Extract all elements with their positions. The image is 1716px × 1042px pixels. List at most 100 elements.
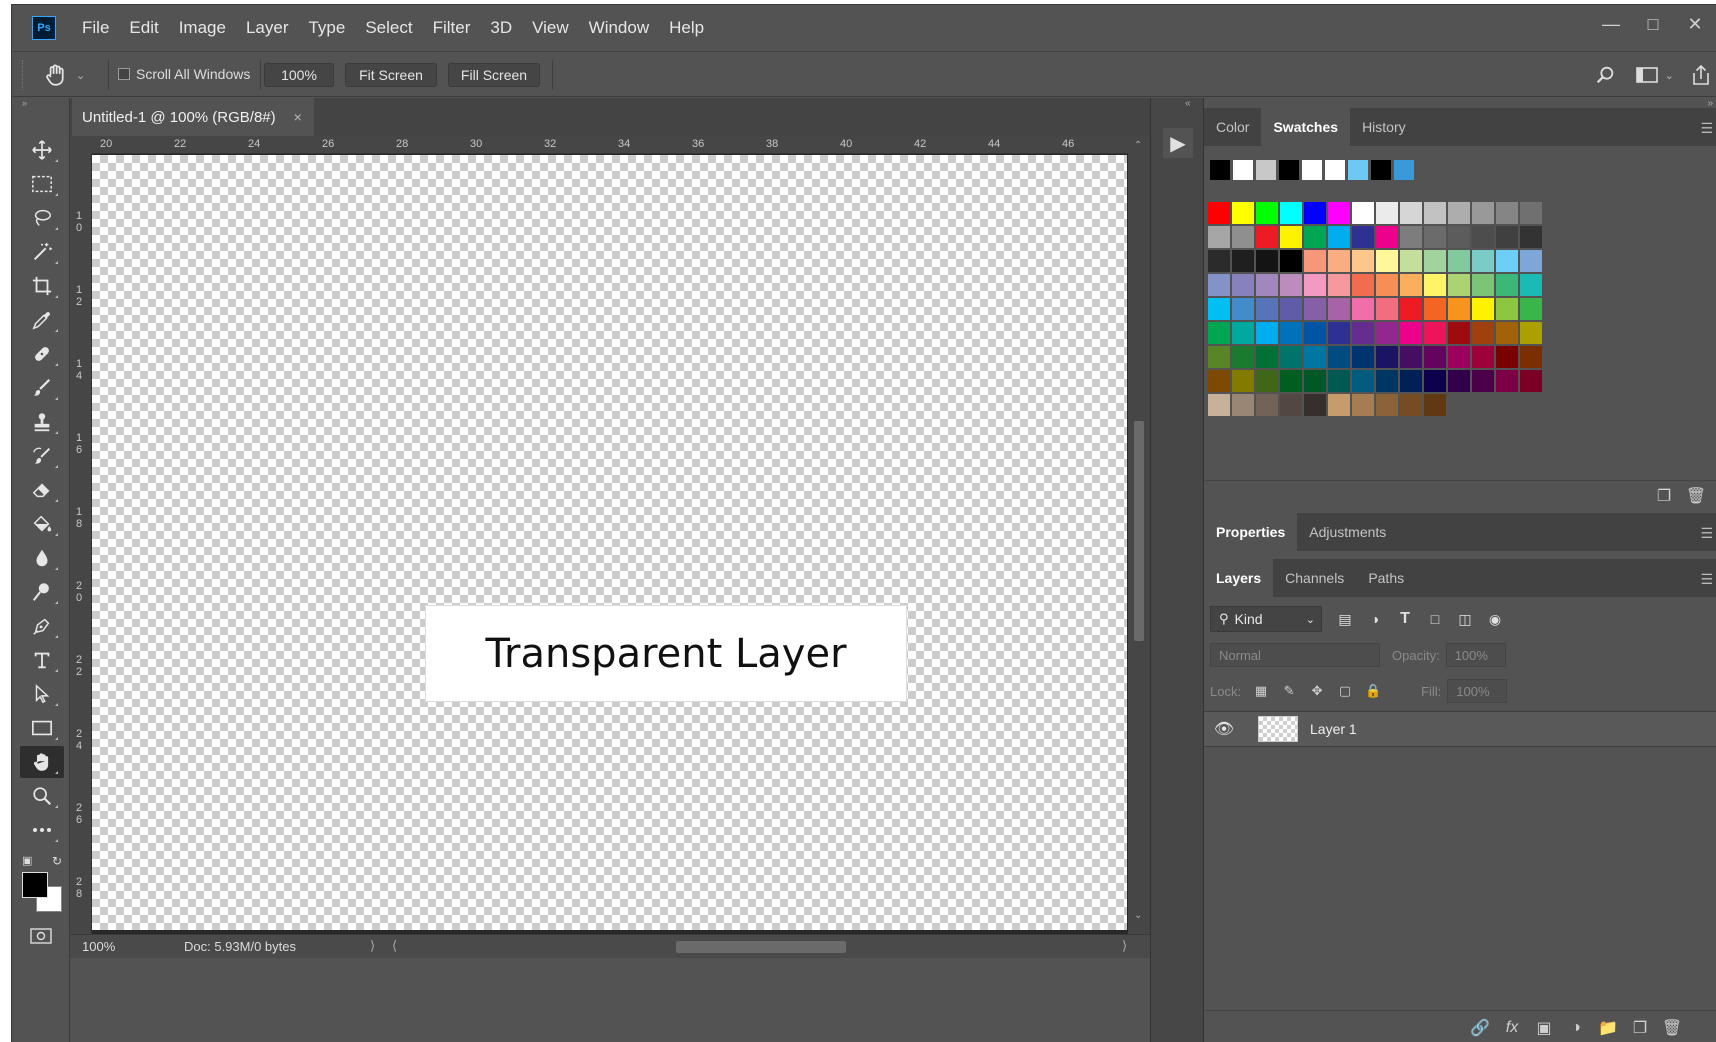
swatch[interactable] — [1208, 322, 1230, 344]
move-tool-icon[interactable] — [20, 134, 64, 166]
trash-icon[interactable]: 🗑 — [1661, 1017, 1683, 1039]
maximize-icon[interactable]: □ — [1632, 5, 1674, 43]
lock-transparency-icon[interactable]: ▦ — [1247, 683, 1275, 699]
new-layer-icon[interactable]: ❐ — [1629, 1017, 1651, 1039]
swatch[interactable] — [1232, 226, 1254, 248]
status-menu-arrow-icon[interactable]: ⟩ — [370, 938, 375, 954]
swatch[interactable] — [1472, 250, 1494, 272]
swatch[interactable] — [1400, 202, 1422, 224]
layer-mask-icon[interactable]: ▣ — [1533, 1017, 1555, 1039]
swatch[interactable] — [1232, 202, 1254, 224]
menu-3d[interactable]: 3D — [480, 5, 522, 51]
swatch[interactable] — [1400, 226, 1422, 248]
swatch[interactable] — [1352, 250, 1374, 272]
swatch[interactable] — [1496, 298, 1518, 320]
swatch[interactable] — [1304, 394, 1326, 416]
swatch[interactable] — [1496, 250, 1518, 272]
swatch[interactable] — [1256, 346, 1278, 368]
swatch[interactable] — [1472, 274, 1494, 296]
brush-tool-icon[interactable] — [20, 372, 64, 404]
swatch[interactable] — [1232, 274, 1254, 296]
swatch[interactable] — [1352, 226, 1374, 248]
document-tab[interactable]: Untitled-1 @ 100% (RGB/8#) × — [72, 98, 314, 136]
default-colors-icon[interactable]: ▣ — [22, 854, 32, 870]
tab-paths[interactable]: Paths — [1356, 559, 1416, 597]
crop-tool-icon[interactable] — [20, 270, 64, 302]
swatch[interactable] — [1280, 274, 1302, 296]
swatch[interactable] — [1280, 346, 1302, 368]
swatch[interactable] — [1328, 274, 1350, 296]
swatch[interactable] — [1208, 370, 1230, 392]
options-grip[interactable] — [22, 60, 25, 90]
swatch[interactable] — [1328, 298, 1350, 320]
link-layers-icon[interactable]: 🔗 — [1469, 1017, 1491, 1039]
swatch[interactable] — [1256, 394, 1278, 416]
horizontal-scroll-thumb[interactable] — [676, 941, 846, 953]
history-brush-icon[interactable] — [20, 440, 64, 472]
recent-swatch[interactable] — [1256, 160, 1276, 180]
swatch[interactable] — [1448, 250, 1470, 272]
swatch[interactable] — [1352, 370, 1374, 392]
rectangle-tool-icon[interactable] — [20, 712, 64, 744]
swatch[interactable] — [1232, 250, 1254, 272]
swatch[interactable] — [1232, 298, 1254, 320]
zoom-tool-icon[interactable] — [20, 780, 64, 812]
clone-stamp-icon[interactable] — [20, 406, 64, 438]
shape-filter-icon[interactable]: □ — [1420, 611, 1450, 627]
path-selection-icon[interactable] — [20, 678, 64, 710]
zoom-level[interactable]: 100% — [82, 939, 115, 954]
swatch[interactable] — [1376, 250, 1398, 272]
swatch[interactable] — [1208, 250, 1230, 272]
workspace-switcher-icon[interactable]: ⌄ — [1635, 60, 1674, 90]
hand-tool-icon[interactable] — [20, 746, 64, 778]
opacity-input[interactable]: 100% — [1445, 643, 1506, 667]
swatch[interactable] — [1376, 226, 1398, 248]
menu-filter[interactable]: Filter — [423, 5, 481, 51]
fx-icon[interactable]: fx — [1501, 1017, 1523, 1039]
swatch[interactable] — [1304, 226, 1326, 248]
swatch[interactable] — [1448, 346, 1470, 368]
recent-swatch[interactable] — [1325, 160, 1345, 180]
pixel-filter-icon[interactable]: ▤ — [1330, 611, 1360, 628]
filter-toggle-icon[interactable]: ◉ — [1480, 611, 1510, 628]
lock-image-icon[interactable]: ✎ — [1275, 683, 1303, 699]
swatch[interactable] — [1448, 202, 1470, 224]
swatch[interactable] — [1232, 322, 1254, 344]
fill-screen-button[interactable]: Fill Screen — [448, 63, 540, 87]
vertical-ruler[interactable]: 10 12 14 16 18 20 22 24 26 28 — [70, 154, 92, 934]
quick-mask-icon[interactable] — [30, 928, 52, 947]
swatch[interactable] — [1520, 322, 1542, 344]
recent-swatch[interactable] — [1233, 160, 1253, 180]
swatch[interactable] — [1520, 298, 1542, 320]
swatch[interactable] — [1400, 370, 1422, 392]
recent-swatch[interactable] — [1302, 160, 1322, 180]
swatch[interactable] — [1232, 346, 1254, 368]
swatch[interactable] — [1520, 202, 1542, 224]
recent-swatch[interactable] — [1348, 160, 1368, 180]
tab-swatches[interactable]: Swatches — [1261, 108, 1351, 146]
swatch[interactable] — [1496, 370, 1518, 392]
vertical-scrollbar[interactable]: ⌃ ⌄ — [1128, 136, 1150, 934]
swatch[interactable] — [1496, 226, 1518, 248]
tab-history[interactable]: History — [1350, 108, 1418, 146]
swatch[interactable] — [1304, 322, 1326, 344]
swatch[interactable] — [1280, 322, 1302, 344]
swatch[interactable] — [1208, 298, 1230, 320]
swatch[interactable] — [1376, 274, 1398, 296]
swatch[interactable] — [1280, 394, 1302, 416]
swatch[interactable] — [1328, 202, 1350, 224]
recent-swatch[interactable] — [1210, 160, 1230, 180]
tab-properties[interactable]: Properties — [1204, 513, 1298, 551]
tab-adjustments[interactable]: Adjustments — [1297, 513, 1398, 551]
swatch[interactable] — [1400, 298, 1422, 320]
swatch[interactable] — [1424, 226, 1446, 248]
menu-image[interactable]: Image — [169, 5, 236, 51]
swatch[interactable] — [1400, 250, 1422, 272]
recent-swatch[interactable] — [1279, 160, 1299, 180]
swatch[interactable] — [1376, 394, 1398, 416]
close-icon[interactable]: × — [294, 109, 302, 125]
swatch[interactable] — [1256, 202, 1278, 224]
swatch[interactable] — [1424, 322, 1446, 344]
tool-preset-picker[interactable]: ⌄ — [42, 62, 92, 88]
pen-tool-icon[interactable] — [20, 610, 64, 642]
